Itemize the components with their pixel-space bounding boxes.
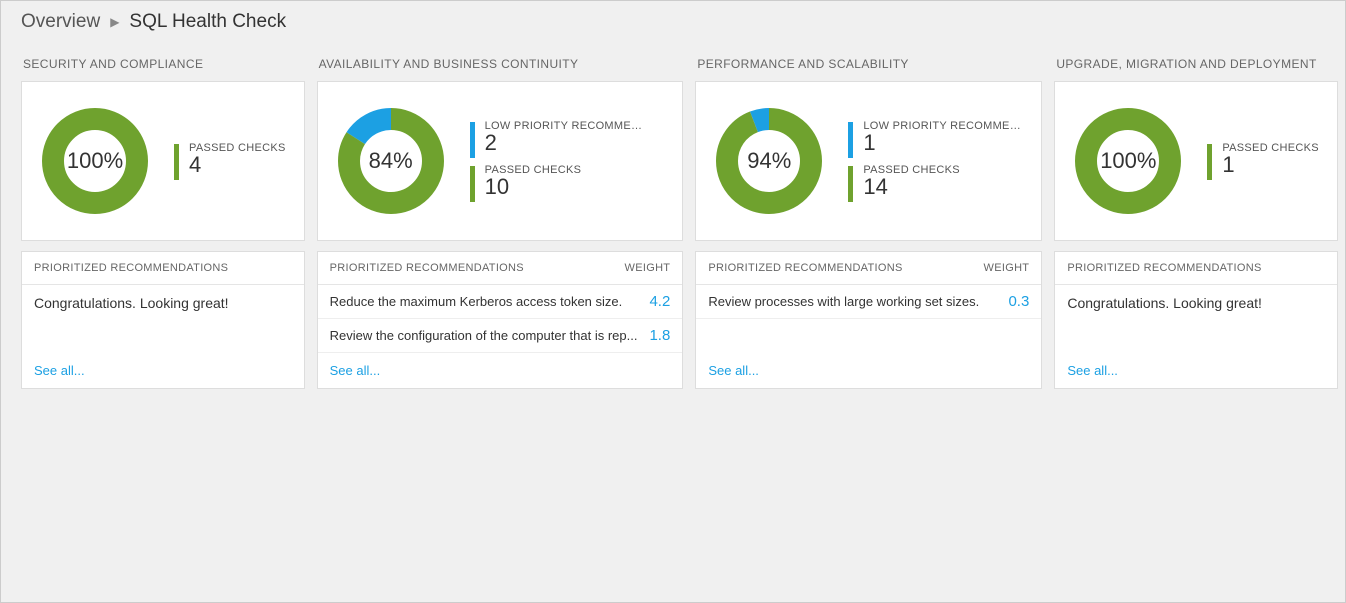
see-all-link[interactable]: See all...: [318, 353, 683, 388]
metric-label: LOW PRIORITY RECOMMENDATIO...: [485, 120, 645, 132]
metric-passed: PASSED CHECKS 10: [470, 164, 645, 202]
breadcrumb: Overview ▶ SQL Health Check: [1, 1, 1345, 43]
metric-label: PASSED CHECKS: [1222, 142, 1319, 154]
recommendation-text: Reduce the maximum Kerberos access token…: [330, 294, 638, 309]
recommendation-text: Review the configuration of the computer…: [330, 328, 638, 343]
recommendations-list: Congratulations. Looking great!: [22, 285, 304, 353]
donut-chart: 94%: [714, 106, 824, 216]
recommendations-list: Review processes with large working set …: [696, 285, 1041, 353]
donut-percent-label: 84%: [336, 106, 446, 216]
summary-card[interactable]: 100% PASSED CHECKS 4: [21, 81, 305, 241]
recommendations-card: PRIORITIZED RECOMMENDATIONS WEIGHT Revie…: [695, 251, 1042, 389]
metric-passed: PASSED CHECKS 1: [1207, 142, 1319, 180]
recommendation-row[interactable]: Reduce the maximum Kerberos access token…: [318, 285, 683, 319]
weight-header: WEIGHT: [625, 262, 671, 274]
category-title: PERFORMANCE AND SCALABILITY: [695, 51, 1042, 81]
metric-bar-icon: [848, 166, 853, 202]
weight-header: WEIGHT: [984, 262, 1030, 274]
category-column: SECURITY AND COMPLIANCE 100% PASSED CHEC…: [21, 51, 305, 389]
summary-card[interactable]: 84% LOW PRIORITY RECOMMENDATIO... 2 PASS…: [317, 81, 684, 241]
congrats-message: Congratulations. Looking great!: [1055, 285, 1337, 321]
summary-card[interactable]: 100% PASSED CHECKS 1: [1054, 81, 1338, 241]
metrics-block: PASSED CHECKS 1: [1207, 142, 1319, 180]
metrics-block: PASSED CHECKS 4: [174, 142, 286, 180]
recommendations-header: PRIORITIZED RECOMMENDATIONS: [1055, 252, 1337, 285]
see-all-link[interactable]: See all...: [1055, 353, 1337, 388]
donut-chart: 84%: [336, 106, 446, 216]
recommendation-row[interactable]: Review the configuration of the computer…: [318, 319, 683, 353]
summary-card[interactable]: 94% LOW PRIORITY RECOMMENDATIO... 1 PASS…: [695, 81, 1042, 241]
app-frame: Overview ▶ SQL Health Check SECURITY AND…: [0, 0, 1346, 603]
recommendation-weight: 1.8: [649, 327, 670, 344]
metric-value: 14: [863, 176, 960, 198]
category-title: UPGRADE, MIGRATION AND DEPLOYMENT: [1054, 51, 1338, 81]
metrics-block: LOW PRIORITY RECOMMENDATIO... 1 PASSED C…: [848, 120, 1023, 202]
recommendation-text: Review processes with large working set …: [708, 294, 996, 309]
recommendation-weight: 4.2: [649, 293, 670, 310]
metric-low: LOW PRIORITY RECOMMENDATIO... 1: [848, 120, 1023, 158]
category-title: AVAILABILITY AND BUSINESS CONTINUITY: [317, 51, 684, 81]
cards-container: SECURITY AND COMPLIANCE 100% PASSED CHEC…: [1, 43, 1345, 399]
breadcrumb-current: SQL Health Check: [129, 11, 286, 33]
recommendations-list: Reduce the maximum Kerberos access token…: [318, 285, 683, 353]
donut-chart: 100%: [1073, 106, 1183, 216]
see-all-link[interactable]: See all...: [22, 353, 304, 388]
metric-passed: PASSED CHECKS 14: [848, 164, 1023, 202]
donut-chart: 100%: [40, 106, 150, 216]
recommendations-list: Congratulations. Looking great!: [1055, 285, 1337, 353]
metric-value: 1: [1222, 154, 1319, 176]
prioritized-header: PRIORITIZED RECOMMENDATIONS: [708, 262, 902, 274]
category-column: AVAILABILITY AND BUSINESS CONTINUITY 84%…: [317, 51, 684, 389]
metric-value: 4: [189, 154, 286, 176]
category-title: SECURITY AND COMPLIANCE: [21, 51, 305, 81]
prioritized-header: PRIORITIZED RECOMMENDATIONS: [330, 262, 524, 274]
metric-bar-icon: [174, 144, 179, 180]
metric-value: 10: [485, 176, 582, 198]
metric-bar-icon: [1207, 144, 1212, 180]
recommendations-card: PRIORITIZED RECOMMENDATIONS WEIGHT Reduc…: [317, 251, 684, 389]
metric-value: 2: [485, 132, 645, 154]
prioritized-header: PRIORITIZED RECOMMENDATIONS: [34, 262, 228, 274]
metric-label: PASSED CHECKS: [189, 142, 286, 154]
recommendation-weight: 0.3: [1008, 293, 1029, 310]
metric-value: 1: [863, 132, 1023, 154]
recommendations-header: PRIORITIZED RECOMMENDATIONS: [22, 252, 304, 285]
metric-low: LOW PRIORITY RECOMMENDATIO... 2: [470, 120, 645, 158]
metric-bar-icon: [848, 122, 853, 158]
metric-bar-icon: [470, 122, 475, 158]
donut-percent-label: 100%: [1073, 106, 1183, 216]
chevron-right-icon: ▶: [110, 15, 119, 29]
metrics-block: LOW PRIORITY RECOMMENDATIO... 2 PASSED C…: [470, 120, 645, 202]
prioritized-header: PRIORITIZED RECOMMENDATIONS: [1067, 262, 1261, 274]
metric-label: LOW PRIORITY RECOMMENDATIO...: [863, 120, 1023, 132]
recommendations-card: PRIORITIZED RECOMMENDATIONS Congratulati…: [1054, 251, 1338, 389]
see-all-link[interactable]: See all...: [696, 353, 1041, 388]
donut-percent-label: 100%: [40, 106, 150, 216]
recommendations-header: PRIORITIZED RECOMMENDATIONS WEIGHT: [318, 252, 683, 285]
breadcrumb-root[interactable]: Overview: [21, 11, 100, 33]
recommendations-header: PRIORITIZED RECOMMENDATIONS WEIGHT: [696, 252, 1041, 285]
metric-passed: PASSED CHECKS 4: [174, 142, 286, 180]
category-column: PERFORMANCE AND SCALABILITY 94% LOW PRIO…: [695, 51, 1042, 389]
category-column: UPGRADE, MIGRATION AND DEPLOYMENT 100% P…: [1054, 51, 1338, 389]
recommendations-card: PRIORITIZED RECOMMENDATIONS Congratulati…: [21, 251, 305, 389]
donut-percent-label: 94%: [714, 106, 824, 216]
congrats-message: Congratulations. Looking great!: [22, 285, 304, 321]
recommendation-row[interactable]: Review processes with large working set …: [696, 285, 1041, 319]
metric-bar-icon: [470, 166, 475, 202]
